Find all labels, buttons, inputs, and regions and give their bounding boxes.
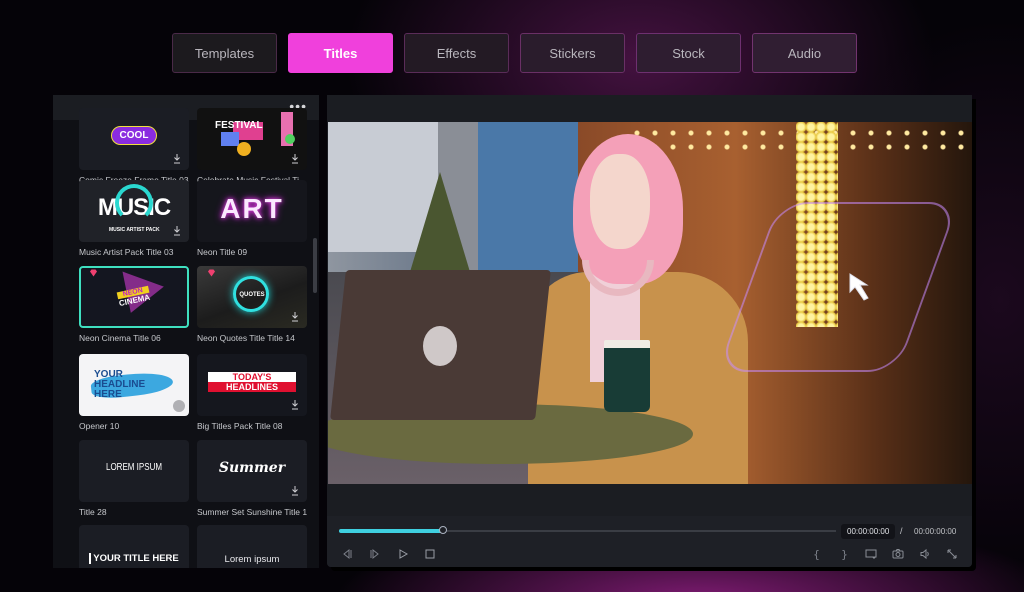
thumb-text: Lorem ipsum	[224, 553, 280, 565]
play-icon[interactable]	[397, 547, 409, 559]
premium-gem-icon	[208, 269, 215, 277]
title-card[interactable]: LOREM IPSUM Title 28	[79, 440, 189, 517]
thumb-shape	[237, 142, 251, 156]
cursor-icon	[849, 273, 869, 301]
title-card[interactable]: Summer Summer Set Sunshine Title 1	[197, 440, 307, 517]
tab-effects[interactable]: Effects	[404, 33, 509, 73]
thumbnail: MUSIC MUSIC ARTIST PACK	[79, 180, 189, 242]
title-card[interactable]: NEON CINEMA Neon Cinema Title 06	[79, 266, 189, 343]
download-icon[interactable]	[291, 311, 299, 322]
thumb-text: QUOTES	[239, 292, 265, 298]
current-time: 00:00:00:00	[841, 524, 896, 539]
tab-audio[interactable]: Audio	[752, 33, 857, 73]
fullscreen-icon[interactable]	[946, 547, 958, 559]
card-label: Summer Set Sunshine Title 1	[197, 507, 308, 517]
tab-stickers[interactable]: Stickers	[520, 33, 625, 73]
thumbnail: COOL	[79, 108, 189, 170]
controls-spacer	[327, 484, 972, 516]
prev-frame-icon[interactable]	[341, 547, 353, 560]
thumb-text: YOUR HEADLINE HERE	[94, 369, 146, 400]
card-label: Opener 10	[79, 421, 120, 431]
next-frame-icon[interactable]	[369, 547, 381, 560]
thumb-text: COOL	[110, 125, 158, 145]
display-settings-icon[interactable]	[865, 547, 877, 559]
progress-fill	[339, 529, 444, 533]
thumbnail: QUOTES	[197, 266, 307, 328]
panel-scrollbar[interactable]	[313, 238, 317, 293]
thumbnail: LOREM IPSUM	[79, 440, 189, 502]
card-label: Neon Title 09	[197, 247, 248, 257]
thumbnail: Lorem ipsum	[197, 525, 307, 568]
preview-header	[327, 95, 972, 122]
thumb-text: TODAY'S	[208, 372, 296, 382]
tab-templates[interactable]: Templates	[172, 33, 277, 73]
thumb-text: FESTIVAL	[215, 120, 263, 131]
thumb-subtext: MUSIC ARTIST PACK	[109, 227, 160, 233]
headphones-graphic	[115, 184, 153, 222]
progress-slider[interactable]	[339, 526, 836, 534]
download-icon[interactable]	[173, 153, 181, 164]
person-face	[590, 154, 650, 249]
thumbnail: ART	[197, 180, 307, 242]
preview-window	[327, 95, 972, 567]
thumb-text: Summer	[218, 460, 286, 476]
mark-in-icon[interactable]: {	[810, 547, 822, 561]
card-label: Neon Quotes Title Title 14	[197, 333, 295, 343]
tab-titles[interactable]: Titles	[288, 33, 393, 73]
title-card[interactable]: Lorem ipsum	[197, 525, 307, 568]
title-card[interactable]: FESTIVAL Celebrate Music Festival Titl..…	[197, 108, 309, 185]
download-icon[interactable]	[173, 225, 181, 236]
thumb-text: LOREM IPSUM	[105, 461, 162, 473]
thumb-shape	[285, 134, 295, 144]
premium-gem-icon	[90, 269, 97, 277]
mark-out-icon[interactable]: }	[838, 547, 850, 561]
download-badge-icon[interactable]	[173, 400, 185, 412]
mural-wall	[468, 122, 578, 292]
svg-text:}: }	[841, 548, 848, 560]
download-icon[interactable]	[291, 399, 299, 410]
thumb-subtext: HEADLINES	[208, 382, 296, 392]
volume-icon[interactable]	[919, 547, 931, 560]
laptop-logo	[423, 326, 457, 366]
svg-text:{: {	[813, 548, 820, 560]
download-icon[interactable]	[291, 153, 299, 164]
thumbnail: YOUR HEADLINE HERE	[79, 354, 189, 416]
tree	[410, 172, 470, 272]
thumbnail: TODAY'S HEADLINES	[197, 354, 307, 416]
thumbnail: Summer	[197, 440, 307, 502]
coffee-cup	[604, 340, 650, 412]
titles-panel: ••• COOL Comic Freeze Frame Title 03 FES…	[53, 95, 319, 568]
video-preview[interactable]	[328, 122, 972, 484]
card-label: Title 28	[79, 507, 107, 517]
snapshot-icon[interactable]	[892, 547, 904, 559]
thumb-shape	[221, 132, 239, 146]
total-time: 00:00:00:00	[914, 527, 957, 536]
stop-icon[interactable]	[424, 547, 436, 559]
time-separator: /	[900, 526, 903, 536]
download-icon[interactable]	[291, 485, 299, 496]
title-card[interactable]: YOUR TITLE HERE	[79, 525, 189, 568]
card-label: Music Artist Pack Title 03	[79, 247, 174, 257]
title-card[interactable]: COOL Comic Freeze Frame Title 03	[79, 108, 189, 185]
title-grid: COOL Comic Freeze Frame Title 03 FESTIVA…	[53, 108, 319, 568]
thumb-text: ART	[220, 193, 284, 224]
title-card[interactable]: TODAY'S HEADLINES Big Titles Pack Title …	[197, 354, 307, 431]
title-card[interactable]: QUOTES Neon Quotes Title Title 14	[197, 266, 307, 343]
thumbnail: FESTIVAL	[197, 108, 307, 170]
thumbnail: NEON CINEMA	[79, 266, 189, 328]
title-card[interactable]: YOUR HEADLINE HERE Opener 10	[79, 354, 189, 431]
title-card[interactable]: ART Neon Title 09	[197, 180, 307, 257]
card-label: Neon Cinema Title 06	[79, 333, 161, 343]
title-card[interactable]: MUSIC MUSIC ARTIST PACK Music Artist Pac…	[79, 180, 189, 257]
category-tabs: Templates Titles Effects Stickers Stock …	[172, 33, 857, 73]
card-label: Big Titles Pack Title 08	[197, 421, 283, 431]
tab-stock[interactable]: Stock	[636, 33, 741, 73]
thumb-text: YOUR TITLE HERE	[89, 552, 179, 564]
thumbnail: YOUR TITLE HERE	[79, 525, 189, 568]
